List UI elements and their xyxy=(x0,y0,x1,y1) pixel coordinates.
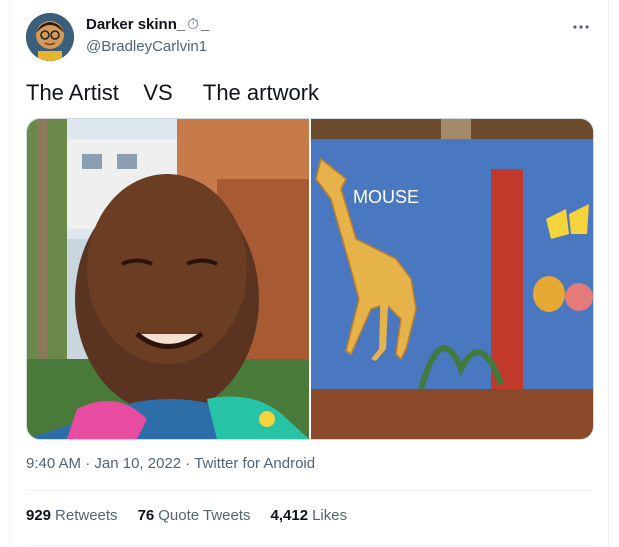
retweets-count: 929 xyxy=(26,507,52,524)
retweets-label: Retweets xyxy=(55,507,118,524)
quote-tweets-label: Quote Tweets xyxy=(158,507,251,524)
tweet-text: The Artist VS The artwork xyxy=(26,80,320,105)
divider xyxy=(26,490,592,491)
selfie-photo[interactable] xyxy=(27,119,309,439)
meta-separator: · xyxy=(81,455,95,472)
tweet-source[interactable]: Twitter for Android xyxy=(194,455,315,472)
tweet-card: Darker skinn_ ⏱ _ @BradleyCarlvin1 The A… xyxy=(9,0,609,547)
tweet-time[interactable]: 9:40 AM xyxy=(26,455,81,472)
display-name-tail: _ xyxy=(200,16,210,33)
tweet-meta: 9:40 AM · Jan 10, 2022 · Twitter for And… xyxy=(26,455,315,472)
media-grid: MOUSE xyxy=(26,118,594,440)
likes-stat[interactable]: 4,412 Likes xyxy=(271,507,348,524)
author-display-name[interactable]: Darker skinn_ ⏱ _ xyxy=(86,16,209,33)
likes-count: 4,412 xyxy=(270,507,309,524)
mural-text: MOUSE xyxy=(353,187,419,207)
quote-tweets-count: 76 xyxy=(137,507,155,524)
author-handle[interactable]: @BradleyCarlvin1 xyxy=(86,38,207,55)
stopwatch-icon: ⏱ xyxy=(187,16,199,33)
likes-label: Likes xyxy=(312,507,348,524)
avatar[interactable] xyxy=(26,13,74,61)
divider xyxy=(26,545,592,546)
wall-mural-photo[interactable]: MOUSE xyxy=(311,119,593,439)
meta-separator: · xyxy=(181,455,195,472)
quote-tweets-stat[interactable]: 76 Quote Tweets xyxy=(138,507,251,524)
retweets-stat[interactable]: 929 Retweets xyxy=(26,507,118,524)
display-name-text: Darker skinn_ xyxy=(86,16,186,33)
tweet-stats: 929 Retweets 76 Quote Tweets 4,412 Likes xyxy=(26,507,347,524)
tweet-date[interactable]: Jan 10, 2022 xyxy=(94,455,181,472)
more-horizontal-icon[interactable] xyxy=(570,16,592,38)
